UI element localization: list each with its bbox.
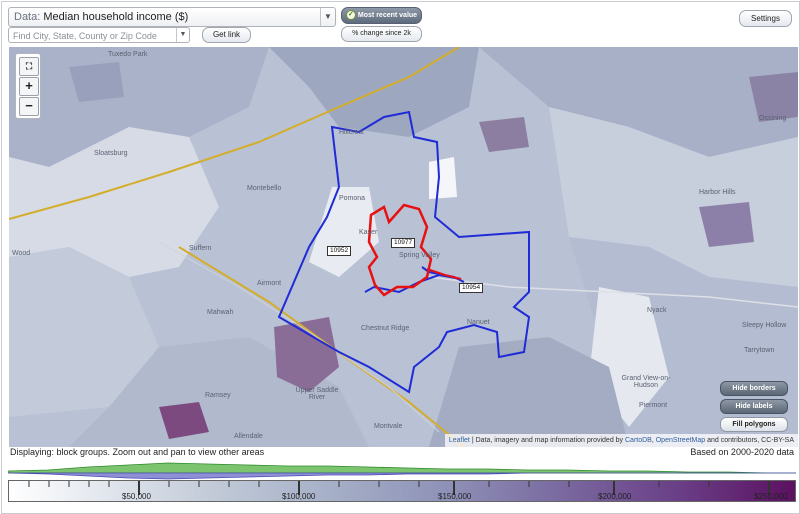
distribution-histogram	[8, 462, 796, 480]
data-basis-note: Based on 2000-2020 data	[690, 447, 794, 457]
legend-tick-label: $200,000	[598, 492, 632, 501]
legend-panel: Displaying: block groups. Zoom out and p…	[2, 447, 799, 513]
app-frame: Data: Median household income ($) ▼ Find…	[1, 1, 800, 514]
location-search-input[interactable]: Find City, State, County or Zip Code ▼	[8, 27, 190, 43]
legend-tick-label: $100,000	[282, 492, 316, 501]
place-label: Ossining	[759, 115, 787, 122]
legend-tick-label: $50,000	[122, 492, 151, 501]
zip-label: 10954	[459, 283, 484, 293]
place-label: Upper Saddle River	[295, 387, 339, 401]
data-select-value: Median household income ($)	[43, 11, 189, 23]
place-label: Mahwah	[207, 309, 234, 316]
place-label: Nanuet	[467, 319, 490, 326]
place-label: Wood	[12, 250, 31, 257]
displaying-note: Displaying: block groups. Zoom out and p…	[10, 447, 265, 457]
hide-borders-button[interactable]: Hide borders	[720, 381, 788, 396]
place-label: Harbor Hills	[699, 189, 736, 196]
histogram-baseline	[8, 472, 796, 480]
place-label: Airmont	[257, 280, 282, 287]
zip-label: 10977	[391, 238, 416, 248]
zip-label: 10952	[327, 246, 352, 256]
toolbar: Data: Median household income ($) ▼ Find…	[2, 2, 799, 46]
place-label: Pomona	[339, 195, 366, 202]
histogram-current	[8, 462, 796, 474]
place-label: Hillcrest	[339, 129, 364, 136]
pct-change-toggle[interactable]: % change since 2k	[341, 26, 422, 42]
place-label: Nyack	[647, 307, 667, 314]
low-income-area	[429, 157, 457, 199]
place-label: Sloatsburg	[94, 150, 128, 157]
most-recent-value-toggle[interactable]: ✓ Most recent value	[341, 7, 422, 24]
cartodb-link[interactable]: CartoDB	[625, 437, 652, 444]
zoom-in-button[interactable]: +	[19, 77, 39, 96]
legend-tick-label: $150,000	[438, 492, 472, 501]
attribution-text: | Data, imagery and map information prov…	[469, 437, 625, 444]
zoom-controls: ⛶ + −	[15, 53, 41, 119]
most-recent-label: Most recent value	[357, 12, 418, 19]
place-label: Ramsey	[205, 392, 231, 399]
data-select[interactable]: Data: Median household income ($) ▼	[8, 7, 336, 27]
place-label: Kaser	[359, 229, 378, 236]
place-label: Spring Valley	[399, 252, 440, 259]
data-select-prefix: Data:	[14, 11, 41, 23]
chevron-down-icon[interactable]: ▼	[176, 28, 189, 42]
place-label: Suffern	[189, 245, 212, 252]
place-label: Sleepy Hollow	[742, 322, 787, 329]
fullscreen-icon[interactable]: ⛶	[19, 57, 39, 76]
place-label: Piermont	[639, 402, 668, 409]
fill-polygons-button[interactable]: Fill polygons	[720, 417, 788, 432]
place-label: Chestnut Ridge	[361, 325, 410, 332]
osm-link[interactable]: OpenStreetMap	[656, 437, 705, 444]
hide-labels-button[interactable]: Hide labels	[720, 399, 788, 414]
place-label: Allendale	[234, 433, 263, 440]
leaflet-link[interactable]: Leaflet	[449, 437, 470, 444]
check-icon: ✓	[345, 10, 356, 21]
get-link-button[interactable]: Get link	[202, 27, 251, 43]
search-placeholder: Find City, State, County or Zip Code	[13, 31, 157, 41]
place-label: Tuxedo Park	[108, 51, 148, 58]
attribution-tail: and contributors, CC-BY-SA	[705, 437, 794, 444]
place-label: Montebello	[247, 185, 282, 192]
map-canvas[interactable]: ⛶ + − Tuxedo Park Sloatsburg Montebello …	[9, 47, 798, 447]
place-label: Grand View-on-Hudson	[621, 375, 671, 389]
zoom-out-button[interactable]: −	[19, 97, 39, 116]
place-label: Tarrytown	[744, 347, 775, 354]
map-attribution: Leaflet | Data, imagery and map informat…	[444, 434, 798, 447]
settings-button[interactable]: Settings	[739, 10, 792, 27]
chevron-down-icon[interactable]: ▼	[320, 8, 335, 26]
place-label: Montvale	[374, 423, 403, 430]
legend-tick-label: $250,000	[754, 492, 788, 501]
